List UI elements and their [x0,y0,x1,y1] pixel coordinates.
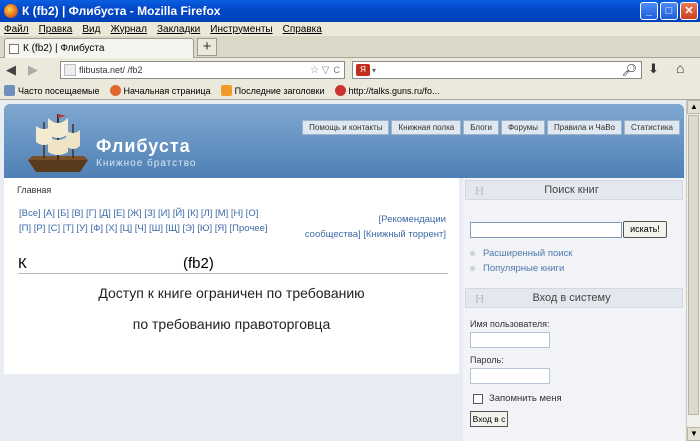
page-content: Флибуста Книжное братство Помощь и конта… [0,100,686,441]
nav-bookshelf[interactable]: Книжная полка [391,120,462,135]
home-button[interactable]: ⌂ [676,60,684,76]
search-input[interactable] [470,222,622,238]
url-bar[interactable]: flibusta.net/ /fb2 ☆ ▽ C [60,61,345,79]
navigation-toolbar: ◀ ▶ flibusta.net/ /fb2 ☆ ▽ C Я ▾ 🔎︎ [0,58,700,82]
menu-file[interactable]: Файл [4,24,29,35]
search-bar[interactable]: Я ▾ 🔎︎ [352,61,642,79]
remember-me-checkbox[interactable]: Запомнить меня [473,393,562,404]
password-label: Пароль: [470,355,504,365]
bookmark-start-page[interactable]: Начальная страница [109,85,211,96]
nav-help-contacts[interactable]: Помощь и контакты [302,120,390,135]
firefox-icon [4,4,18,18]
menu-history[interactable]: Журнал [110,24,147,35]
bookmark-most-visited[interactable]: Часто посещаемые [4,85,100,96]
site-nav: Помощь и контакты Книжная полка Блоги Фо… [300,120,680,135]
login-block-header: [-] Вход в систему [465,288,683,308]
search-engine-dropdown-icon[interactable]: ▾ [372,66,376,75]
checkbox-icon[interactable] [473,393,483,404]
main-footer-area [4,374,459,441]
bookmark-star-icon[interactable]: ☆ ▽ [310,65,329,76]
ship-logo-icon [28,114,88,172]
page-favicon-icon [9,43,19,54]
community-links: [Рекомендации сообщества] [Книжный торре… [278,212,446,242]
vertical-scrollbar[interactable]: ▲ ▼ [686,100,700,441]
login-block-title: Вход в систему [532,292,611,304]
site-name: Флибуста [96,136,191,156]
book-title-format: (fb2) [183,255,214,272]
search-button[interactable]: искать! [623,221,667,238]
bookmark-talks-guns[interactable]: http://talks.guns.ru/fo... [334,85,440,96]
maximize-button[interactable]: □ [660,2,678,20]
login-button[interactable]: Вход в с [470,411,508,427]
username-label: Имя пользователя: [470,319,550,329]
menu-help[interactable]: Справка [283,24,322,35]
new-tab-button[interactable]: + [197,38,217,56]
site-tagline: Книжное братство [96,158,197,169]
menu-tools[interactable]: Инструменты [210,24,272,35]
search-block-title: Поиск книг [544,184,599,196]
nav-forums[interactable]: Форумы [500,120,546,135]
book-title: К (fb2) [18,255,448,274]
window-titlebar: К (fb2) | Флибуста - Mozilla Firefox _ □… [0,0,700,22]
main-column: Главная [Все] [А] [Б] [В] [Г] [Д] [Е] [Ж… [4,178,459,374]
back-button[interactable]: ◀ [0,62,22,78]
tab-label: К (fb2) | Флибуста [23,43,105,54]
bookmarks-toolbar: Часто посещаемые Начальная страница Посл… [0,82,700,100]
nav-blogs[interactable]: Блоги [463,120,499,135]
breadcrumb[interactable]: Главная [17,185,51,195]
menu-view[interactable]: Вид [82,24,100,35]
scroll-thumb[interactable] [688,115,699,415]
advanced-search-link[interactable]: Расширенный поиск [470,248,572,259]
access-restricted-message: Доступ к книге ограничен по требованию [98,285,365,301]
search-icon[interactable]: 🔎︎ [622,63,637,77]
torrent-link[interactable]: сообщества] [Книжный торрент] [278,227,446,242]
download-button[interactable]: ⬇ [648,61,659,77]
rightsholder-message: по требованию правоторговца [132,316,331,332]
reload-button[interactable]: C [334,65,341,75]
popular-books-link[interactable]: Популярные книги [470,263,564,274]
search-block-header: [-] Поиск книг [465,180,683,200]
menu-bookmarks[interactable]: Закладки [157,24,200,35]
search-engine-icon[interactable]: Я [356,64,370,76]
password-field[interactable] [470,368,550,384]
username-field[interactable] [470,332,550,348]
alphabet-index[interactable]: [Все] [А] [Б] [В] [Г] [Д] [Е] [Ж] [З] [И… [19,206,269,236]
collapse-login-toggle[interactable]: [-] [476,294,483,303]
bookmark-latest-headlines[interactable]: Последние заголовки [220,85,325,96]
recommendations-link[interactable]: [Рекомендации [278,212,446,227]
site-header: Флибуста Книжное братство Помощь и конта… [4,104,684,178]
nav-rules-faq[interactable]: Правила и ЧаВо [547,120,622,135]
book-title-name: К [18,255,27,272]
nav-statistics[interactable]: Статистика [623,120,680,135]
tab-bar: К (fb2) | Флибуста + [0,36,700,58]
tab-flibusta[interactable]: К (fb2) | Флибуста [4,38,194,58]
forward-button[interactable]: ▶ [22,62,44,78]
window-title: К (fb2) | Флибуста - Mozilla Firefox [22,4,221,18]
url-text[interactable]: flibusta.net/ /fb2 [79,65,143,75]
minimize-button[interactable]: _ [640,2,658,20]
site-identity-icon[interactable] [64,64,76,76]
close-button[interactable]: ✕ [680,2,698,20]
scroll-down-icon[interactable]: ▼ [687,427,700,441]
menu-bar: Файл Правка Вид Журнал Закладки Инструме… [0,22,700,36]
scroll-up-icon[interactable]: ▲ [687,100,700,114]
menu-edit[interactable]: Правка [39,24,73,35]
collapse-search-toggle[interactable]: [-] [476,186,483,195]
